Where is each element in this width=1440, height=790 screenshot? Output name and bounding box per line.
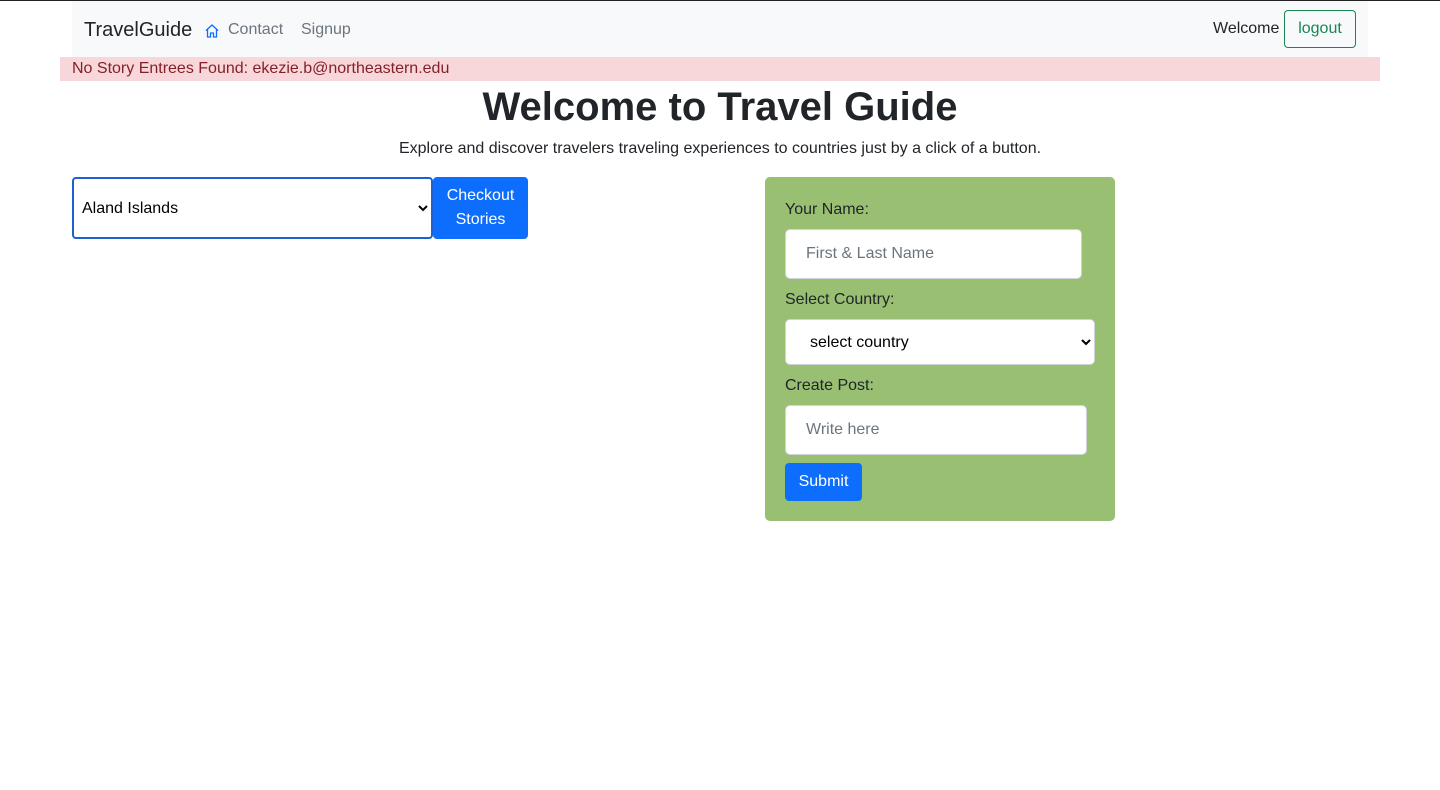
create-post-form: Your Name: Select Country: select countr…: [765, 177, 1115, 521]
logout-button[interactable]: logout: [1284, 10, 1356, 48]
post-input[interactable]: [785, 405, 1087, 455]
name-label: Your Name:: [785, 201, 869, 218]
no-stories-alert: No Story Entrees Found: ekezie.b@northea…: [60, 57, 1380, 81]
page-subtitle: Explore and discover travelers traveling…: [398, 140, 1042, 157]
navbar: TravelGuide Contact Signup Welcome logou…: [72, 1, 1368, 57]
page-title: Welcome to Travel Guide: [482, 85, 958, 129]
brand-link[interactable]: TravelGuide: [84, 18, 192, 42]
checkout-stories-button[interactable]: Checkout Stories: [433, 177, 528, 239]
submit-button[interactable]: Submit: [785, 463, 862, 501]
country-filter-select[interactable]: Aland Islands: [72, 177, 433, 239]
country-label: Select Country:: [785, 291, 895, 308]
nav-contact-link[interactable]: Contact: [228, 20, 283, 40]
name-input[interactable]: [785, 229, 1082, 279]
home-icon[interactable]: [204, 23, 220, 39]
nav-signup-link[interactable]: Signup: [301, 20, 351, 40]
post-label: Create Post:: [785, 377, 874, 394]
country-select[interactable]: select country: [785, 319, 1095, 365]
welcome-text: Welcome: [1213, 20, 1280, 37]
